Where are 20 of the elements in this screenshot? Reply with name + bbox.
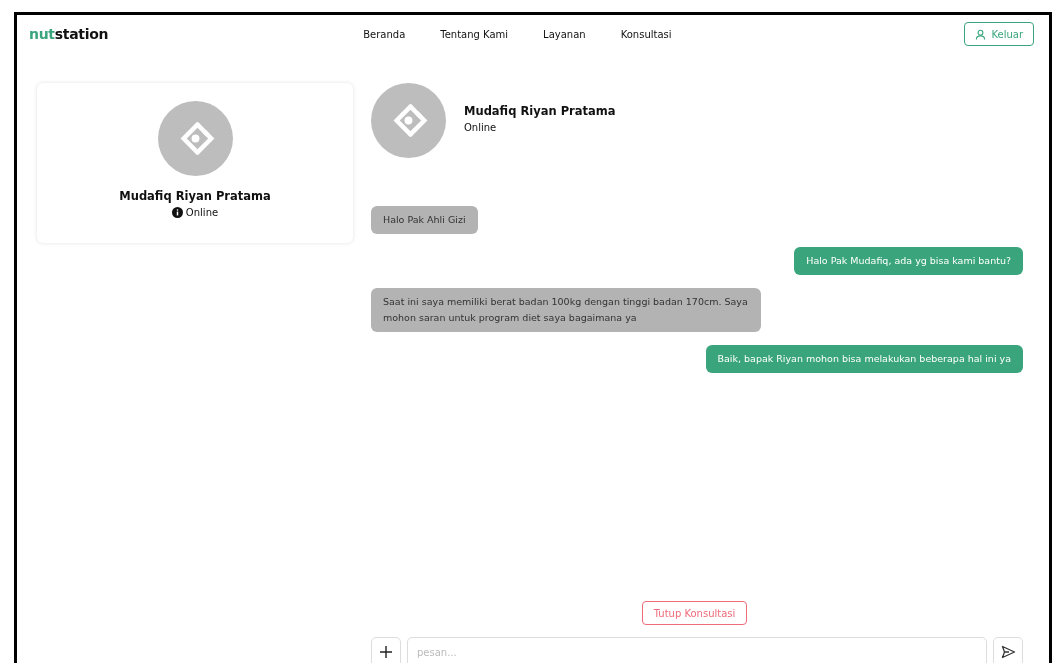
send-button[interactable]: [993, 637, 1023, 663]
contact-name: Mudafiq Riyan Pratama: [464, 104, 616, 118]
status-text: Online: [464, 122, 498, 133]
nav-link[interactable]: Beranda: [363, 28, 406, 40]
message-input[interactable]: pesan...: [407, 637, 987, 663]
info-icon: [171, 207, 183, 218]
message-bubble: Halo Pak Mudafiq, ada yg bisa kami bantu?: [794, 247, 1023, 275]
plus-icon: [379, 645, 393, 659]
status-text: Online: [185, 207, 219, 218]
message-bubble: Halo Pak Ahli Gizi: [371, 206, 478, 234]
user-icon: [975, 28, 987, 40]
send-icon: [1000, 645, 1016, 659]
message-bubble: Baik, bapak Riyan mohon bisa melakukan beberapa hal ini ya: [705, 345, 1023, 373]
nav-link[interactable]: Konsultasi: [620, 28, 672, 40]
profile-name: Mudafiq Riyan Pratama: [119, 189, 271, 203]
logo[interactable]: nutstation: [29, 26, 109, 42]
nav-link[interactable]: Layanan: [543, 28, 586, 40]
add-button[interactable]: [371, 637, 401, 663]
message-bubble: Saat ini saya memiliki berat badan 100kg dengan tinggi badan 170cm. Saya mohon saran untuk program diet saya bagaimana ya: [371, 288, 761, 332]
nav-link[interactable]: Tentang Kami: [440, 28, 509, 40]
